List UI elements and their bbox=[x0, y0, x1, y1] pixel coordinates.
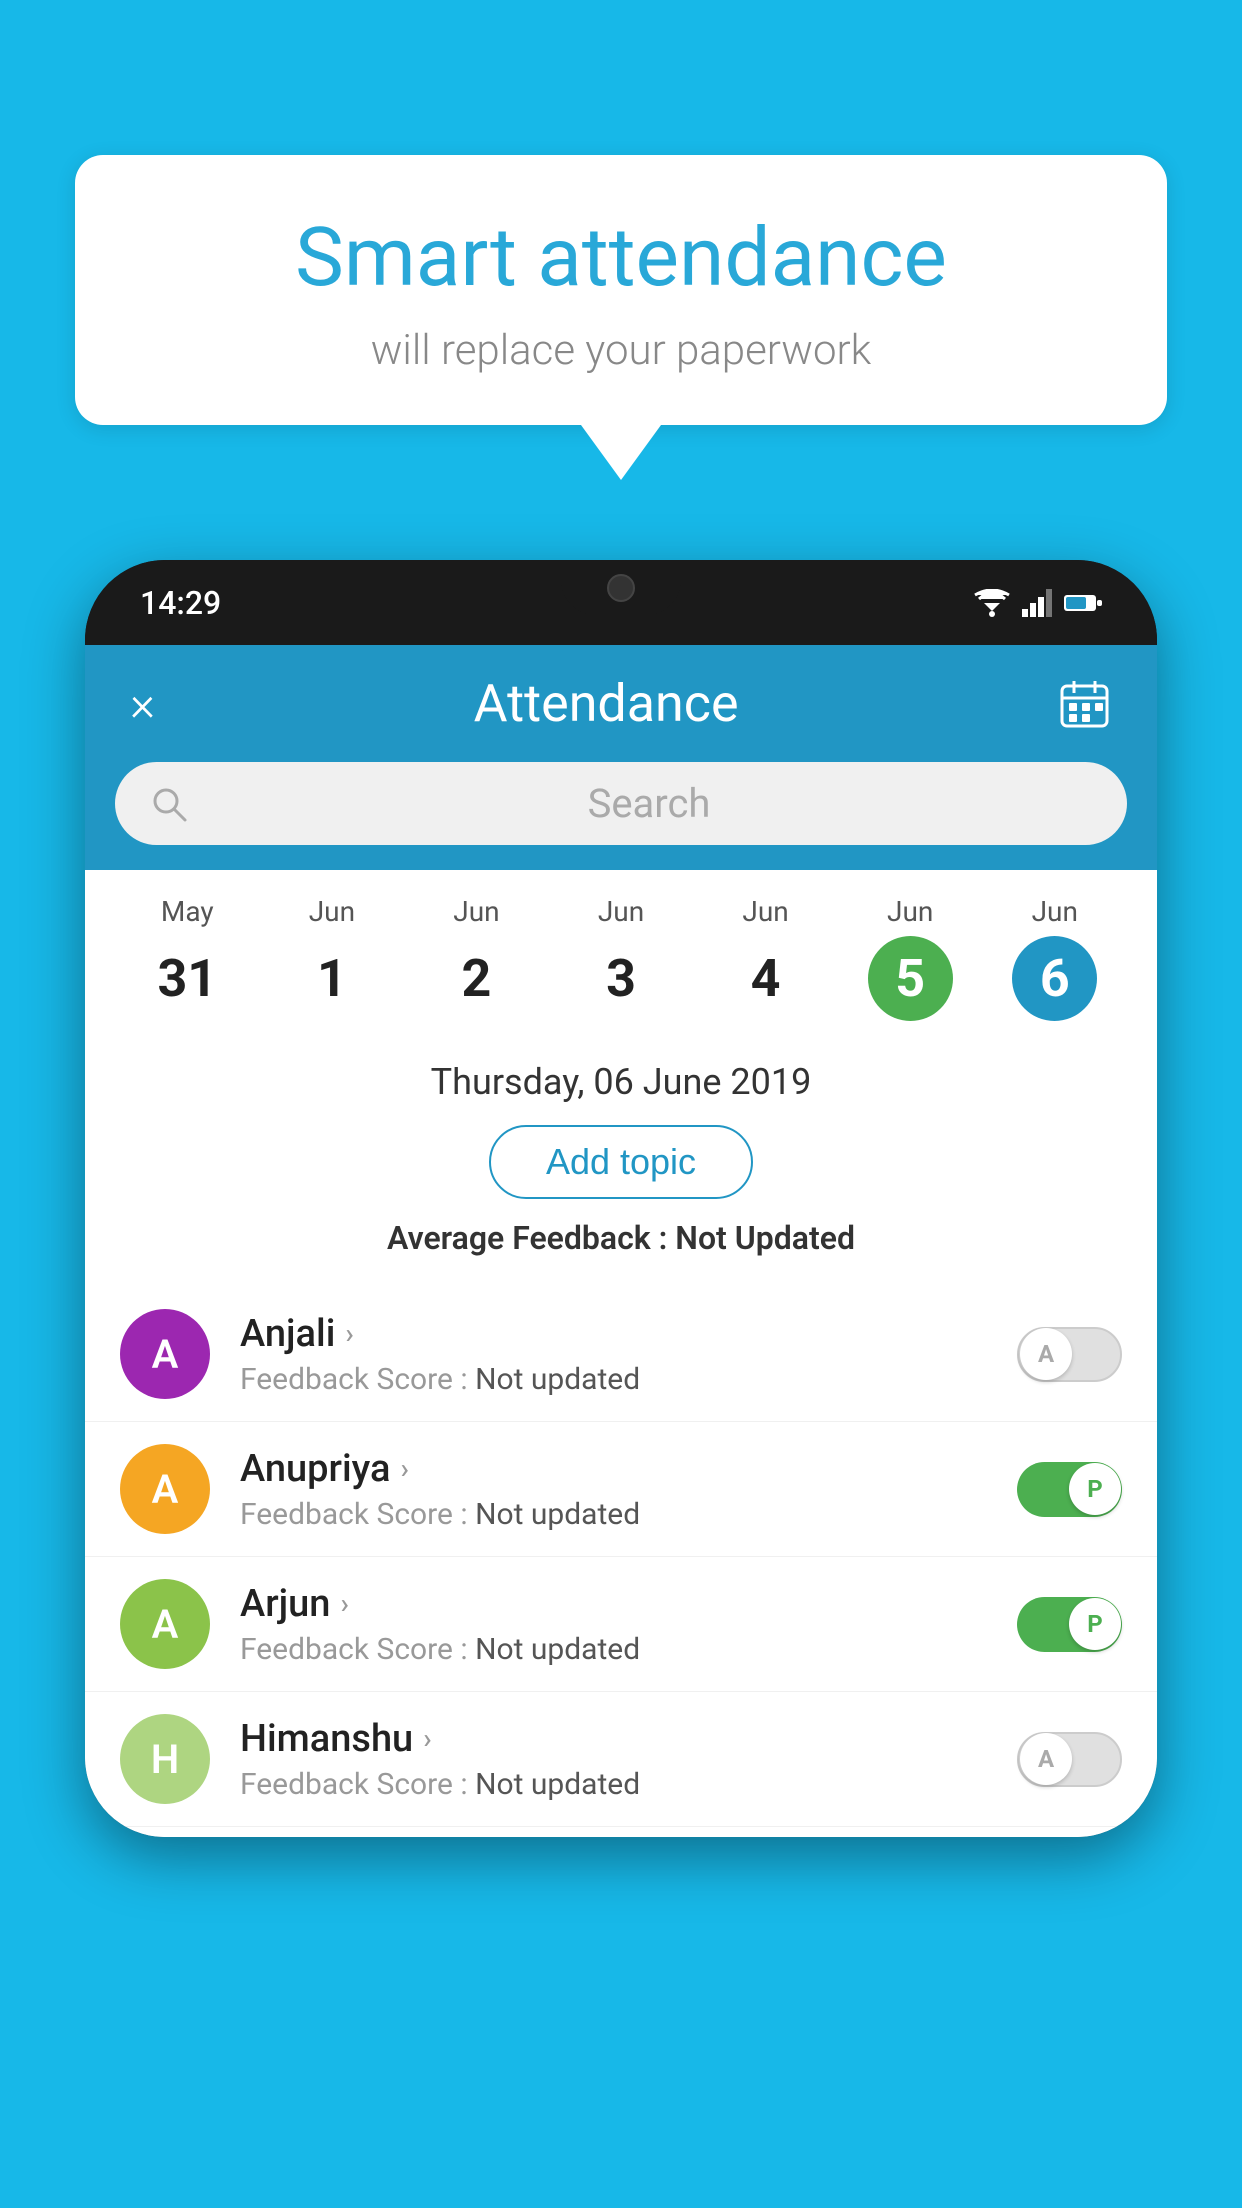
student-info: Anupriya › Feedback Score : Not updated bbox=[240, 1447, 1017, 1532]
close-button[interactable]: × bbox=[130, 675, 155, 732]
calendar-month-label: Jun bbox=[404, 895, 549, 928]
selected-date-label: Thursday, 06 June 2019 bbox=[115, 1061, 1127, 1103]
toggle-knob: A bbox=[1020, 1328, 1072, 1380]
calendar-date-number[interactable]: 3 bbox=[579, 936, 664, 1021]
calendar-month-label: Jun bbox=[693, 895, 838, 928]
avatar: A bbox=[120, 1309, 210, 1399]
student-list: AAnjali ›Feedback Score : Not updatedAAA… bbox=[85, 1277, 1157, 1837]
student-name: Arjun › bbox=[240, 1582, 1017, 1626]
list-item[interactable]: AAnjali ›Feedback Score : Not updatedA bbox=[85, 1287, 1157, 1422]
calendar-row: May 31 Jun 1 Jun 2 Jun 3 Jun 4 Jun 5 Jun 6 bbox=[85, 870, 1157, 1031]
student-info: Anjali › Feedback Score : Not updated bbox=[240, 1312, 1017, 1397]
calendar-month-label: Jun bbox=[982, 895, 1127, 928]
avatar: A bbox=[120, 1579, 210, 1669]
calendar-date-number[interactable]: 1 bbox=[289, 936, 374, 1021]
signal-icon bbox=[1022, 589, 1052, 617]
chevron-icon: › bbox=[423, 1722, 431, 1755]
status-icons bbox=[974, 589, 1102, 617]
speech-bubble: Smart attendance will replace your paper… bbox=[75, 155, 1167, 425]
list-item[interactable]: A Arjun › Feedback Score : Not updated P bbox=[85, 1557, 1157, 1692]
toggle-knob: P bbox=[1069, 1598, 1121, 1650]
attendance-toggle[interactable]: A bbox=[1017, 1327, 1122, 1382]
student-name: Himanshu › bbox=[240, 1717, 1017, 1761]
avatar: A bbox=[120, 1444, 210, 1534]
toggle-knob: A bbox=[1020, 1733, 1072, 1785]
calendar-icon[interactable] bbox=[1057, 676, 1112, 731]
chevron-icon: › bbox=[400, 1452, 408, 1485]
phone-frame: 14:29 bbox=[85, 560, 1157, 1837]
speech-bubble-section: Smart attendance will replace your paper… bbox=[75, 155, 1167, 480]
list-item[interactable]: H Himanshu › Feedback Score : Not updatedA bbox=[85, 1692, 1157, 1827]
add-topic-button[interactable]: Add topic bbox=[489, 1125, 753, 1199]
app-header: × Attendance bbox=[85, 645, 1157, 762]
student-feedback-score: Feedback Score : Not updated bbox=[240, 1767, 1017, 1802]
toggle-knob: P bbox=[1069, 1463, 1121, 1515]
app-screen: × Attendance bbox=[85, 645, 1157, 1837]
speech-bubble-tail bbox=[581, 425, 661, 480]
front-camera bbox=[607, 574, 635, 602]
calendar-date-number[interactable]: 31 bbox=[145, 936, 230, 1021]
calendar-day[interactable]: May 31 bbox=[115, 895, 260, 1021]
student-name: Anjali › bbox=[240, 1312, 1017, 1356]
toggle-switch[interactable]: A bbox=[1017, 1732, 1122, 1787]
search-bar[interactable]: Search bbox=[115, 762, 1127, 845]
calendar-month-label: Jun bbox=[260, 895, 405, 928]
toggle-switch[interactable]: P bbox=[1017, 1462, 1122, 1517]
header-title: Attendance bbox=[474, 673, 739, 734]
toggle-switch[interactable]: P bbox=[1017, 1597, 1122, 1652]
calendar-month-label: Jun bbox=[838, 895, 983, 928]
calendar-day[interactable]: Jun 4 bbox=[693, 895, 838, 1021]
chevron-icon: › bbox=[340, 1587, 348, 1620]
speech-bubble-title: Smart attendance bbox=[135, 210, 1107, 306]
search-bar-container: Search bbox=[85, 762, 1157, 870]
toggle-switch[interactable]: A bbox=[1017, 1327, 1122, 1382]
calendar-day[interactable]: Jun 5 bbox=[838, 895, 983, 1021]
calendar-day[interactable]: Jun 1 bbox=[260, 895, 405, 1021]
status-time: 14:29 bbox=[140, 584, 221, 622]
speech-bubble-subtitle: will replace your paperwork bbox=[135, 326, 1107, 375]
list-item[interactable]: A Anupriya › Feedback Score : Not updated P bbox=[85, 1422, 1157, 1557]
student-feedback-score: Feedback Score : Not updated bbox=[240, 1632, 1017, 1667]
attendance-toggle[interactable]: A bbox=[1017, 1732, 1122, 1787]
attendance-toggle[interactable]: P bbox=[1017, 1462, 1122, 1517]
student-info: Himanshu › Feedback Score : Not updated bbox=[240, 1717, 1017, 1802]
calendar-day[interactable]: Jun 2 bbox=[404, 895, 549, 1021]
student-name: Anupriya › bbox=[240, 1447, 1017, 1491]
status-bar: 14:29 bbox=[85, 560, 1157, 645]
avatar: H bbox=[120, 1714, 210, 1804]
calendar-date-number[interactable]: 6 bbox=[1012, 936, 1097, 1021]
search-icon bbox=[150, 785, 188, 823]
calendar-date-number[interactable]: 4 bbox=[723, 936, 808, 1021]
average-feedback: Average Feedback : Not Updated bbox=[115, 1219, 1127, 1257]
battery-icon bbox=[1064, 592, 1102, 614]
calendar-month-label: May bbox=[115, 895, 260, 928]
calendar-date-number[interactable]: 5 bbox=[868, 936, 953, 1021]
wifi-icon bbox=[974, 589, 1010, 617]
search-placeholder: Search bbox=[206, 780, 1092, 827]
calendar-day[interactable]: Jun 6 bbox=[982, 895, 1127, 1021]
calendar-date-number[interactable]: 2 bbox=[434, 936, 519, 1021]
chevron-icon: › bbox=[345, 1317, 353, 1350]
phone-container: 14:29 bbox=[85, 560, 1157, 1837]
phone-notch bbox=[561, 560, 681, 615]
student-feedback-score: Feedback Score : Not updated bbox=[240, 1497, 1017, 1532]
calendar-month-label: Jun bbox=[549, 895, 694, 928]
attendance-toggle[interactable]: P bbox=[1017, 1597, 1122, 1652]
student-feedback-score: Feedback Score : Not updated bbox=[240, 1362, 1017, 1397]
student-info: Arjun › Feedback Score : Not updated bbox=[240, 1582, 1017, 1667]
selected-date-section: Thursday, 06 June 2019 Add topic Average… bbox=[85, 1031, 1157, 1277]
calendar-day[interactable]: Jun 3 bbox=[549, 895, 694, 1021]
